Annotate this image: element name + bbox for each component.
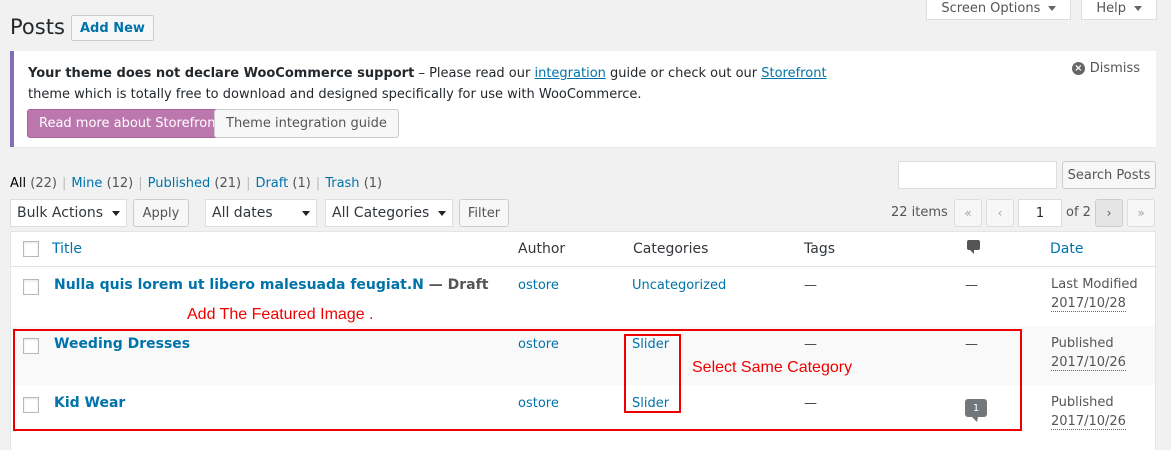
post-date: 2017/10/26 bbox=[1051, 414, 1126, 430]
chevron-down-icon bbox=[112, 210, 120, 216]
notice-message: Your theme does not declare WooCommerce … bbox=[28, 63, 928, 105]
post-status-filters: All (22) | Mine (12) | Published (21) | Draft … bbox=[10, 176, 383, 191]
page-title: Posts bbox=[10, 15, 65, 39]
total-pages: of 2 bbox=[1066, 205, 1091, 220]
date-status: Last Modified bbox=[1051, 277, 1138, 292]
filter-button[interactable]: Filter bbox=[459, 199, 509, 227]
table-row: Nulla quis lorem ut libero malesuada feu… bbox=[11, 267, 1155, 326]
annotation-rows-box bbox=[13, 329, 1022, 431]
view-published[interactable]: Published bbox=[148, 176, 211, 191]
screen-meta-links: Screen Options Help bbox=[926, 0, 1157, 20]
help-button[interactable]: Help bbox=[1081, 0, 1157, 20]
apply-button[interactable]: Apply bbox=[133, 199, 189, 227]
dates-select[interactable]: All dates bbox=[205, 199, 317, 227]
chevron-down-icon bbox=[438, 210, 446, 216]
column-tags: Tags bbox=[804, 241, 835, 257]
theme-integration-guide-button[interactable]: Theme integration guide bbox=[214, 109, 399, 138]
add-new-button[interactable]: Add New bbox=[71, 15, 154, 41]
notice-bold-text: Your theme does not declare WooCommerce … bbox=[28, 66, 415, 81]
column-date[interactable]: Date bbox=[1050, 241, 1083, 257]
post-date: 2017/10/26 bbox=[1051, 355, 1126, 371]
search-input[interactable] bbox=[898, 161, 1057, 189]
chevron-down-icon bbox=[1134, 6, 1142, 11]
read-more-storefront-button[interactable]: Read more about Storefront bbox=[27, 109, 233, 138]
row-checkbox[interactable] bbox=[23, 279, 39, 295]
categories-value: All Categories bbox=[332, 205, 430, 221]
first-page-button[interactable]: « bbox=[954, 199, 982, 227]
view-mine[interactable]: Mine bbox=[71, 176, 102, 191]
dates-value: All dates bbox=[212, 205, 273, 221]
dismiss-label: Dismiss bbox=[1089, 61, 1140, 76]
help-label: Help bbox=[1096, 1, 1126, 16]
date-status: Published bbox=[1051, 395, 1114, 410]
notice-text: – Please read our bbox=[414, 66, 535, 81]
dismiss-button[interactable]: × Dismiss bbox=[1071, 61, 1140, 76]
post-date: 2017/10/28 bbox=[1051, 296, 1126, 312]
view-count: (21) bbox=[214, 176, 242, 191]
current-page-input[interactable]: 1 bbox=[1018, 199, 1062, 227]
column-title[interactable]: Title bbox=[52, 241, 82, 257]
column-author: Author bbox=[518, 241, 566, 257]
next-page-button[interactable]: › bbox=[1095, 199, 1123, 227]
notice-line2: theme which is totally free to download … bbox=[28, 87, 642, 102]
author-link[interactable]: ostore bbox=[518, 278, 559, 293]
integration-link[interactable]: integration bbox=[534, 66, 605, 81]
annotation-featured-image: Add The Featured Image . bbox=[187, 306, 374, 323]
view-all[interactable]: All bbox=[10, 176, 26, 191]
prev-page-button[interactable]: ‹ bbox=[986, 199, 1014, 227]
column-categories: Categories bbox=[633, 241, 709, 257]
notice-text: guide or check out our bbox=[605, 66, 762, 81]
table-header: Title Author Categories Tags Date bbox=[11, 232, 1155, 267]
screen-options-button[interactable]: Screen Options bbox=[926, 0, 1072, 20]
view-trash[interactable]: Trash bbox=[325, 176, 359, 191]
annotation-same-category: Select Same Category bbox=[692, 359, 853, 376]
last-page-button[interactable]: » bbox=[1127, 199, 1155, 227]
annotation-category-box bbox=[624, 334, 681, 413]
screen-options-label: Screen Options bbox=[941, 1, 1041, 16]
comment-icon[interactable] bbox=[967, 240, 980, 254]
post-state: — Draft bbox=[423, 277, 489, 293]
bulk-actions-select[interactable]: Bulk Actions bbox=[10, 199, 127, 227]
select-all-checkbox[interactable] bbox=[23, 241, 39, 257]
view-count: (1) bbox=[292, 176, 311, 191]
post-title-link[interactable]: Nulla quis lorem ut libero malesuada feu… bbox=[54, 277, 424, 293]
tags-value: — bbox=[804, 278, 817, 293]
view-count: (1) bbox=[363, 176, 383, 191]
storefront-link[interactable]: Storefront bbox=[761, 66, 826, 81]
view-draft[interactable]: Draft bbox=[255, 176, 288, 191]
search-posts-button[interactable]: Search Posts bbox=[1062, 161, 1156, 189]
categories-select[interactable]: All Categories bbox=[325, 199, 453, 227]
woocommerce-notice: Your theme does not declare WooCommerce … bbox=[10, 51, 1156, 147]
close-icon: × bbox=[1071, 62, 1085, 75]
bulk-actions-value: Bulk Actions bbox=[17, 205, 104, 221]
category-link[interactable]: Uncategorized bbox=[632, 278, 726, 293]
date-status: Published bbox=[1051, 336, 1114, 351]
view-count: (22) bbox=[30, 176, 57, 191]
chevron-down-icon bbox=[1048, 6, 1057, 11]
comments-value: — bbox=[965, 278, 978, 293]
items-count: 22 items bbox=[891, 205, 948, 220]
chevron-down-icon bbox=[302, 210, 310, 216]
view-count: (12) bbox=[106, 176, 134, 191]
